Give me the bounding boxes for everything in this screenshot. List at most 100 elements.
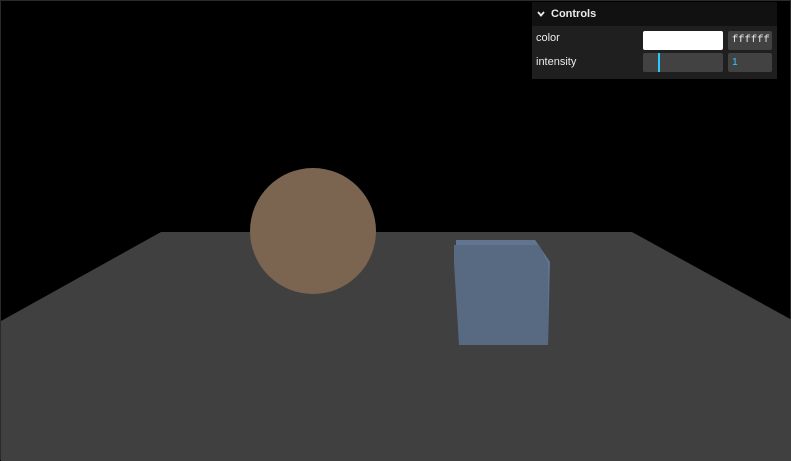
floor-tile — [397, 150, 426, 151]
floor-tile — [155, 154, 202, 156]
floor-tile — [554, 142, 577, 143]
floor-tile — [49, 150, 94, 151]
floor-tile — [623, 172, 713, 177]
floor-tile — [742, 156, 791, 158]
floor-tile — [294, 165, 350, 168]
floor-tile — [397, 172, 460, 177]
floor-tile — [702, 152, 753, 154]
floor-tile — [73, 147, 111, 148]
floor-tile — [591, 144, 619, 145]
floor-tile — [293, 154, 332, 156]
intensity-number-input[interactable]: 1 — [728, 53, 772, 72]
floor-tile — [417, 145, 439, 146]
floor-tile — [339, 150, 369, 151]
floor-tile — [272, 147, 301, 148]
floor-tile — [397, 148, 423, 149]
floor-tile — [690, 145, 724, 146]
floor-tile — [583, 165, 652, 168]
floor-tile — [773, 151, 791, 152]
floor-tile — [1, 143, 22, 144]
floor-tile — [266, 145, 292, 146]
floor-tile — [31, 148, 73, 149]
floor-tile — [468, 147, 496, 148]
floor-tile — [178, 145, 208, 146]
floor-tile — [578, 143, 603, 144]
checkerboard-floor — [1, 139, 791, 461]
floor-tile — [488, 146, 516, 147]
floor-tile — [369, 149, 396, 150]
floor-tile — [631, 149, 671, 150]
controls-title-bar[interactable]: Controls — [532, 2, 777, 26]
floor-tile — [40, 145, 74, 146]
floor-tile — [247, 143, 270, 144]
floor-tile — [528, 143, 552, 144]
floor-tile — [418, 146, 442, 147]
floor-tile — [780, 145, 791, 146]
floor-tile — [60, 151, 107, 152]
color-swatch-button[interactable] — [643, 31, 723, 50]
webgl-canvas[interactable]: Controls color ffffff intensity 1 — [0, 0, 791, 460]
floor-tile — [322, 143, 343, 144]
floor-tile — [74, 144, 105, 145]
floor-tile — [397, 146, 421, 147]
controls-title: Controls — [551, 8, 596, 20]
floor-tile — [397, 159, 440, 162]
floor-tile — [705, 147, 744, 148]
floor-tile — [707, 144, 739, 145]
floor-tile — [599, 151, 641, 152]
floor-tile — [270, 142, 292, 143]
floor-tile — [34, 144, 67, 145]
floor-tile — [163, 162, 225, 165]
floor-tile — [53, 159, 118, 162]
floor-tile — [16, 142, 46, 143]
floor-tile — [658, 147, 695, 148]
floor-tile — [589, 142, 614, 143]
floor-tile — [202, 152, 244, 154]
floor-tile — [397, 144, 417, 145]
floor-tile — [650, 143, 678, 144]
floor-tile — [70, 162, 139, 165]
floor-tile — [724, 146, 761, 147]
floor-tile — [550, 168, 623, 172]
floor-tile — [484, 142, 505, 143]
floor-tile — [541, 151, 580, 152]
floor-tile — [564, 145, 593, 146]
floor-tile — [283, 146, 310, 147]
floor-tile — [449, 142, 469, 143]
floor-tile — [684, 149, 726, 150]
floor-tile — [657, 151, 703, 152]
floor-tile — [624, 154, 673, 156]
floor-tile — [515, 147, 545, 148]
floor-tile — [135, 145, 166, 146]
floor-tile — [378, 142, 396, 143]
floor-tile — [578, 145, 606, 146]
floor-tile — [342, 142, 361, 143]
floor-tile — [150, 149, 188, 150]
floor-tile — [729, 157, 791, 159]
floor-tile — [533, 146, 563, 147]
floor-tile — [732, 145, 768, 146]
intensity-slider[interactable] — [643, 53, 723, 72]
floor-tile — [439, 162, 490, 165]
intensity-slider-handle[interactable] — [658, 53, 660, 72]
floor-tile — [466, 156, 508, 158]
floor-tile — [460, 178, 540, 185]
floor-tile — [250, 145, 276, 146]
floor-tile — [28, 143, 60, 144]
floor-tile — [1, 193, 64, 205]
floor-tile — [181, 178, 270, 185]
color-hex-input[interactable]: ffffff — [728, 31, 772, 50]
floor-tile — [397, 205, 518, 222]
intensity-label: intensity — [536, 55, 576, 69]
floor-tile — [490, 143, 513, 144]
floor-tile — [397, 143, 416, 144]
floor-tile — [563, 147, 596, 148]
floor-tile — [546, 148, 579, 149]
floor-tile — [513, 144, 538, 145]
floor-tile — [1, 157, 27, 159]
floor-tile — [1, 148, 24, 149]
floor-tile — [555, 159, 611, 162]
floor-tile — [507, 157, 555, 159]
floor-tile — [694, 142, 722, 143]
floor-tile — [240, 148, 272, 149]
